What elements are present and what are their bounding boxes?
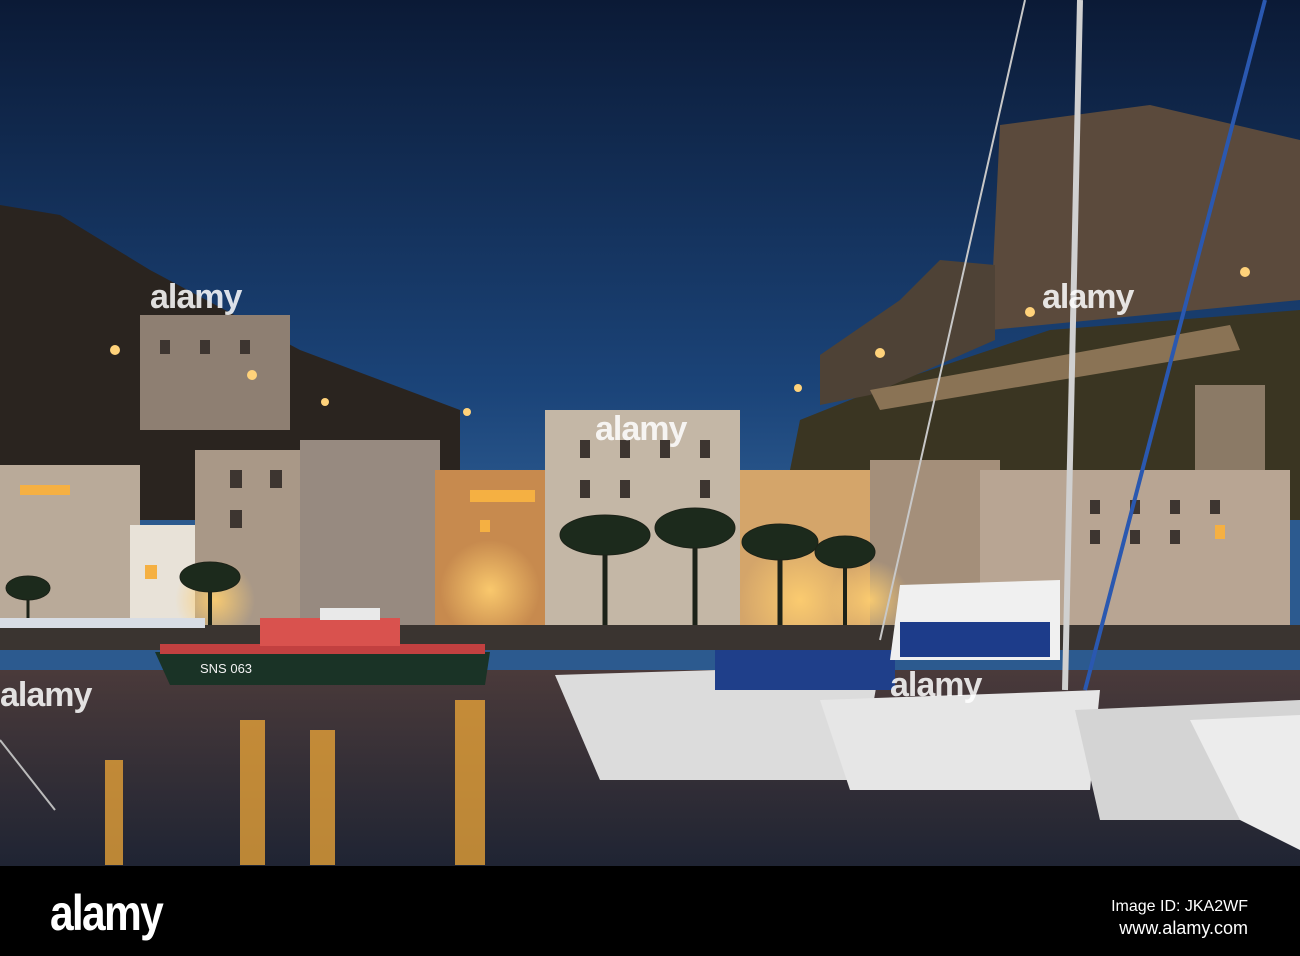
citadel-tower	[990, 105, 1300, 330]
watermark-logo: alamy	[150, 278, 242, 316]
boat-label: SNS 063	[200, 661, 252, 676]
alamy-logo[interactable]: alamy	[50, 884, 164, 942]
footer-bar: alamy Image ID: JKA2WF www.alamy.com	[0, 866, 1300, 956]
website-link[interactable]: www.alamy.com	[1119, 918, 1248, 939]
watermark-logo: alamy	[595, 410, 687, 448]
watermark-logo: alamy	[890, 666, 982, 704]
image-id: Image ID: JKA2WF	[1111, 898, 1248, 915]
waterfront-awning	[0, 618, 205, 628]
stock-photo: SNS 063 alamy alamy alamy alamy alamy al…	[0, 0, 1300, 956]
building	[300, 440, 440, 625]
watermark-logo: alamy	[1042, 278, 1134, 316]
tower	[1195, 385, 1265, 470]
building	[140, 315, 290, 430]
watermark-logo: alamy	[0, 676, 92, 714]
